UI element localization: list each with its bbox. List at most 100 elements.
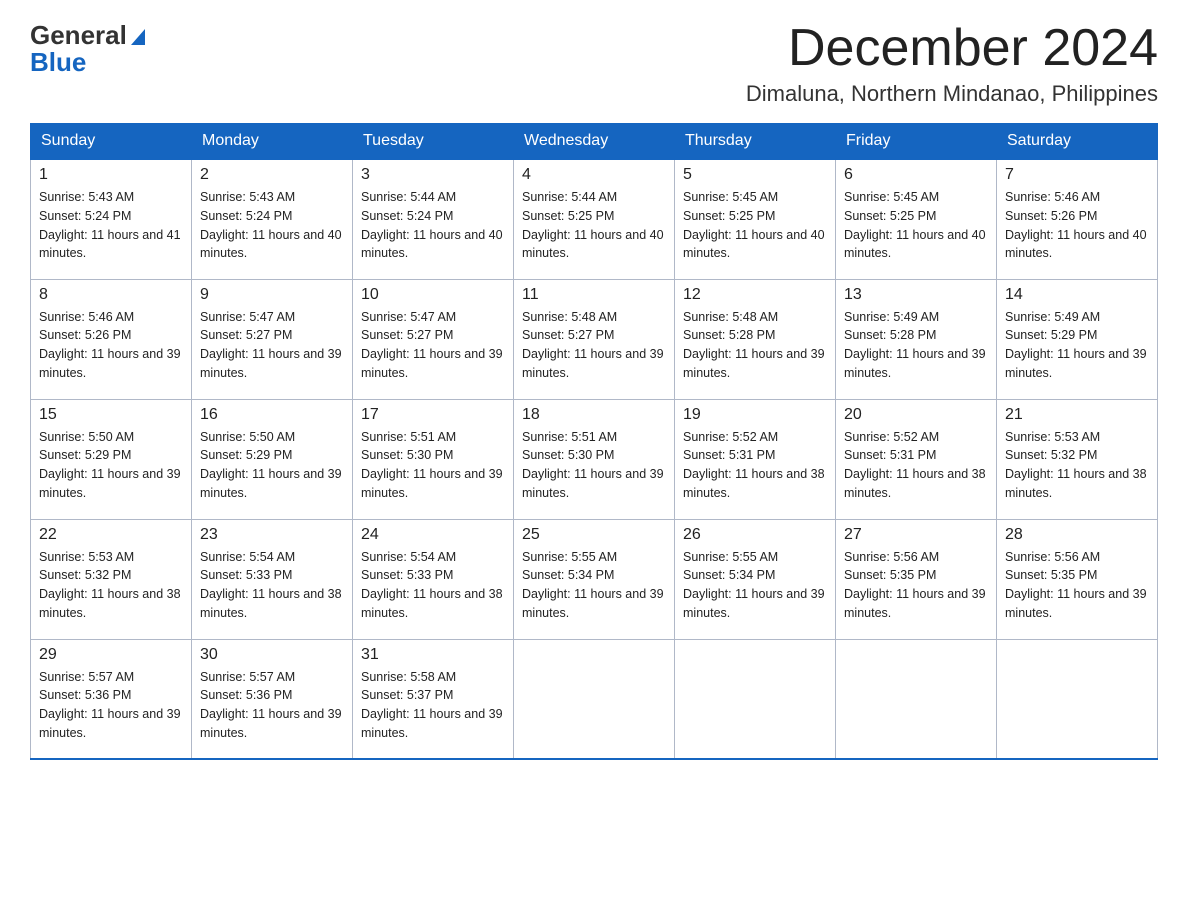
table-row: 6 Sunrise: 5:45 AMSunset: 5:25 PMDayligh… <box>836 159 997 279</box>
table-row: 21 Sunrise: 5:53 AMSunset: 5:32 PMDaylig… <box>997 399 1158 519</box>
table-row: 10 Sunrise: 5:47 AMSunset: 5:27 PMDaylig… <box>353 279 514 399</box>
table-row: 30 Sunrise: 5:57 AMSunset: 5:36 PMDaylig… <box>192 639 353 759</box>
table-row: 29 Sunrise: 5:57 AMSunset: 5:36 PMDaylig… <box>31 639 192 759</box>
table-row: 14 Sunrise: 5:49 AMSunset: 5:29 PMDaylig… <box>997 279 1158 399</box>
day-number: 12 <box>683 286 827 304</box>
day-number: 11 <box>522 286 666 304</box>
sun-info: Sunrise: 5:44 AMSunset: 5:24 PMDaylight:… <box>361 190 503 260</box>
sun-info: Sunrise: 5:48 AMSunset: 5:27 PMDaylight:… <box>522 310 664 380</box>
sun-info: Sunrise: 5:56 AMSunset: 5:35 PMDaylight:… <box>1005 550 1147 620</box>
day-number: 9 <box>200 286 344 304</box>
sun-info: Sunrise: 5:47 AMSunset: 5:27 PMDaylight:… <box>361 310 503 380</box>
logo-triangle-icon <box>127 25 149 47</box>
table-row <box>836 639 997 759</box>
table-row: 11 Sunrise: 5:48 AMSunset: 5:27 PMDaylig… <box>514 279 675 399</box>
sun-info: Sunrise: 5:57 AMSunset: 5:36 PMDaylight:… <box>39 670 181 740</box>
sun-info: Sunrise: 5:48 AMSunset: 5:28 PMDaylight:… <box>683 310 825 380</box>
table-row: 7 Sunrise: 5:46 AMSunset: 5:26 PMDayligh… <box>997 159 1158 279</box>
day-number: 26 <box>683 526 827 544</box>
sun-info: Sunrise: 5:55 AMSunset: 5:34 PMDaylight:… <box>522 550 664 620</box>
logo-blue-label: Blue <box>30 47 86 77</box>
day-number: 10 <box>361 286 505 304</box>
sun-info: Sunrise: 5:58 AMSunset: 5:37 PMDaylight:… <box>361 670 503 740</box>
day-number: 30 <box>200 646 344 664</box>
calendar-week-row: 22 Sunrise: 5:53 AMSunset: 5:32 PMDaylig… <box>31 519 1158 639</box>
table-row: 3 Sunrise: 5:44 AMSunset: 5:24 PMDayligh… <box>353 159 514 279</box>
table-row: 8 Sunrise: 5:46 AMSunset: 5:26 PMDayligh… <box>31 279 192 399</box>
day-number: 24 <box>361 526 505 544</box>
table-row: 9 Sunrise: 5:47 AMSunset: 5:27 PMDayligh… <box>192 279 353 399</box>
header-thursday: Thursday <box>675 124 836 160</box>
calendar-week-row: 29 Sunrise: 5:57 AMSunset: 5:36 PMDaylig… <box>31 639 1158 759</box>
calendar-week-row: 8 Sunrise: 5:46 AMSunset: 5:26 PMDayligh… <box>31 279 1158 399</box>
sun-info: Sunrise: 5:50 AMSunset: 5:29 PMDaylight:… <box>200 430 342 500</box>
logo: General Blue <box>30 20 149 78</box>
day-number: 7 <box>1005 166 1149 184</box>
table-row: 20 Sunrise: 5:52 AMSunset: 5:31 PMDaylig… <box>836 399 997 519</box>
sun-info: Sunrise: 5:46 AMSunset: 5:26 PMDaylight:… <box>1005 190 1147 260</box>
sun-info: Sunrise: 5:49 AMSunset: 5:28 PMDaylight:… <box>844 310 986 380</box>
header-saturday: Saturday <box>997 124 1158 160</box>
table-row: 18 Sunrise: 5:51 AMSunset: 5:30 PMDaylig… <box>514 399 675 519</box>
table-row: 2 Sunrise: 5:43 AMSunset: 5:24 PMDayligh… <box>192 159 353 279</box>
sun-info: Sunrise: 5:53 AMSunset: 5:32 PMDaylight:… <box>39 550 181 620</box>
sun-info: Sunrise: 5:53 AMSunset: 5:32 PMDaylight:… <box>1005 430 1147 500</box>
day-number: 14 <box>1005 286 1149 304</box>
header-sunday: Sunday <box>31 124 192 160</box>
sun-info: Sunrise: 5:55 AMSunset: 5:34 PMDaylight:… <box>683 550 825 620</box>
calendar-week-row: 15 Sunrise: 5:50 AMSunset: 5:29 PMDaylig… <box>31 399 1158 519</box>
sun-info: Sunrise: 5:57 AMSunset: 5:36 PMDaylight:… <box>200 670 342 740</box>
table-row: 4 Sunrise: 5:44 AMSunset: 5:25 PMDayligh… <box>514 159 675 279</box>
day-number: 8 <box>39 286 183 304</box>
logo-blue-part <box>127 25 149 47</box>
table-row <box>514 639 675 759</box>
header-friday: Friday <box>836 124 997 160</box>
calendar-header-row: Sunday Monday Tuesday Wednesday Thursday… <box>31 124 1158 160</box>
table-row: 17 Sunrise: 5:51 AMSunset: 5:30 PMDaylig… <box>353 399 514 519</box>
sun-info: Sunrise: 5:43 AMSunset: 5:24 PMDaylight:… <box>200 190 342 260</box>
day-number: 6 <box>844 166 988 184</box>
day-number: 2 <box>200 166 344 184</box>
table-row: 16 Sunrise: 5:50 AMSunset: 5:29 PMDaylig… <box>192 399 353 519</box>
sun-info: Sunrise: 5:52 AMSunset: 5:31 PMDaylight:… <box>844 430 986 500</box>
table-row: 12 Sunrise: 5:48 AMSunset: 5:28 PMDaylig… <box>675 279 836 399</box>
day-number: 23 <box>200 526 344 544</box>
sun-info: Sunrise: 5:51 AMSunset: 5:30 PMDaylight:… <box>361 430 503 500</box>
table-row: 5 Sunrise: 5:45 AMSunset: 5:25 PMDayligh… <box>675 159 836 279</box>
sun-info: Sunrise: 5:47 AMSunset: 5:27 PMDaylight:… <box>200 310 342 380</box>
day-number: 25 <box>522 526 666 544</box>
table-row: 1 Sunrise: 5:43 AMSunset: 5:24 PMDayligh… <box>31 159 192 279</box>
sun-info: Sunrise: 5:45 AMSunset: 5:25 PMDaylight:… <box>683 190 825 260</box>
table-row: 15 Sunrise: 5:50 AMSunset: 5:29 PMDaylig… <box>31 399 192 519</box>
day-number: 3 <box>361 166 505 184</box>
day-number: 15 <box>39 406 183 424</box>
sun-info: Sunrise: 5:49 AMSunset: 5:29 PMDaylight:… <box>1005 310 1147 380</box>
header-tuesday: Tuesday <box>353 124 514 160</box>
calendar-week-row: 1 Sunrise: 5:43 AMSunset: 5:24 PMDayligh… <box>31 159 1158 279</box>
title-block: December 2024 Dimaluna, Northern Mindana… <box>746 20 1158 107</box>
table-row <box>997 639 1158 759</box>
day-number: 27 <box>844 526 988 544</box>
day-number: 21 <box>1005 406 1149 424</box>
table-row: 31 Sunrise: 5:58 AMSunset: 5:37 PMDaylig… <box>353 639 514 759</box>
day-number: 19 <box>683 406 827 424</box>
month-year-title: December 2024 <box>746 20 1158 77</box>
header-wednesday: Wednesday <box>514 124 675 160</box>
sun-info: Sunrise: 5:46 AMSunset: 5:26 PMDaylight:… <box>39 310 181 380</box>
day-number: 20 <box>844 406 988 424</box>
sun-info: Sunrise: 5:56 AMSunset: 5:35 PMDaylight:… <box>844 550 986 620</box>
day-number: 5 <box>683 166 827 184</box>
day-number: 13 <box>844 286 988 304</box>
sun-info: Sunrise: 5:54 AMSunset: 5:33 PMDaylight:… <box>361 550 503 620</box>
day-number: 29 <box>39 646 183 664</box>
day-number: 28 <box>1005 526 1149 544</box>
page-header: General Blue December 2024 Dimaluna, Nor… <box>30 20 1158 107</box>
day-number: 22 <box>39 526 183 544</box>
day-number: 17 <box>361 406 505 424</box>
table-row: 13 Sunrise: 5:49 AMSunset: 5:28 PMDaylig… <box>836 279 997 399</box>
day-number: 1 <box>39 166 183 184</box>
table-row: 22 Sunrise: 5:53 AMSunset: 5:32 PMDaylig… <box>31 519 192 639</box>
day-number: 4 <box>522 166 666 184</box>
table-row: 19 Sunrise: 5:52 AMSunset: 5:31 PMDaylig… <box>675 399 836 519</box>
table-row: 24 Sunrise: 5:54 AMSunset: 5:33 PMDaylig… <box>353 519 514 639</box>
